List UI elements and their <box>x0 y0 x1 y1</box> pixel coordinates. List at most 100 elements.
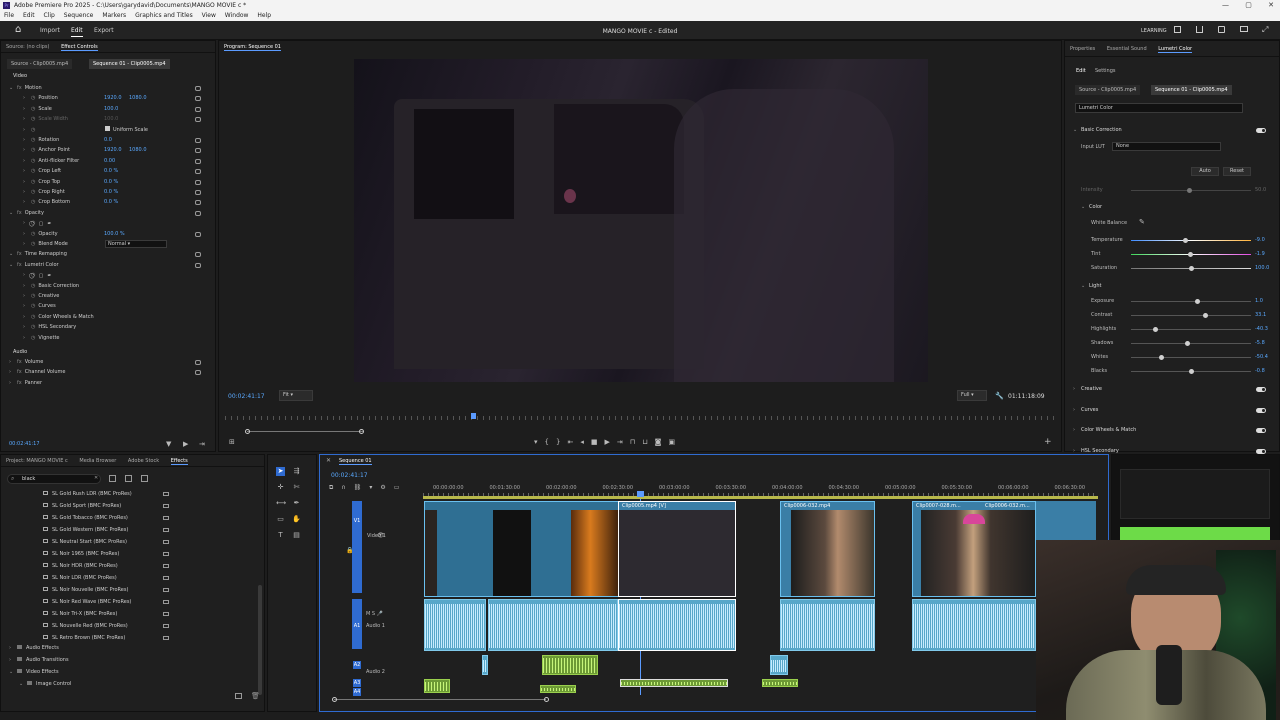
effect-row[interactable]: › ◷ Basic Correction <box>23 281 223 291</box>
effect-preset-item[interactable]: SL Retro Brown (BMC ProRes) <box>43 632 173 644</box>
v1-lock-icon[interactable]: 🔒 <box>346 547 353 554</box>
pen-mask-icon[interactable]: ✒ <box>47 221 55 227</box>
reset-param-icon[interactable] <box>195 360 201 365</box>
effect-row[interactable]: › ◷ Anti-flicker Filter 0.00 <box>23 156 223 166</box>
marker-icon[interactable]: ▾ <box>534 438 545 446</box>
new-bin-icon[interactable] <box>235 693 242 699</box>
stop-icon[interactable]: ■ <box>591 438 605 446</box>
fx-badge-icon[interactable]: fx <box>17 380 22 386</box>
reset-param-icon[interactable] <box>195 138 201 143</box>
audio-effect-row[interactable]: › fx Panner <box>9 378 209 388</box>
stopwatch-icon[interactable]: ◷ <box>31 199 35 205</box>
lumetri-section-header[interactable]: › HSL Secondary <box>1073 448 1119 454</box>
expand-triangle-icon[interactable]: › <box>1073 448 1081 454</box>
expand-triangle-icon[interactable]: ⌄ <box>9 208 17 218</box>
hand-tool-icon[interactable]: ✋ <box>292 515 301 524</box>
rectangle-tool-icon[interactable]: ▭ <box>276 515 285 524</box>
reset-param-icon[interactable] <box>195 96 201 102</box>
expand-triangle-icon[interactable]: › <box>23 291 31 301</box>
lumetri-preset-select[interactable]: Lumetri Color <box>1075 103 1243 113</box>
expand-triangle-icon[interactable]: › <box>23 333 31 343</box>
expand-triangle-icon[interactable]: › <box>23 114 31 124</box>
effect-preset-item[interactable]: SL Nouvelle Red (BMC ProRes) <box>43 620 173 632</box>
lumetri-slider-knob[interactable] <box>1159 355 1164 360</box>
a3-clip[interactable] <box>540 685 576 693</box>
lumetri-slider[interactable] <box>1131 313 1251 318</box>
expand-triangle-icon[interactable]: › <box>23 229 31 239</box>
menu-edit[interactable]: Edit <box>23 12 35 19</box>
a3-clip-selected[interactable] <box>620 679 728 687</box>
menu-clip[interactable]: Clip <box>44 12 55 19</box>
menu-graphics[interactable]: Graphics and Titles <box>135 12 193 19</box>
effect-row[interactable]: › ◷ Crop Top 0.0 % <box>23 177 223 187</box>
stopwatch-icon[interactable]: ◷ <box>31 116 35 122</box>
reset-param-icon[interactable] <box>195 370 201 376</box>
effect-preset-item[interactable]: SL Noir 1965 (BMC ProRes) <box>43 548 173 560</box>
reset-param-icon[interactable] <box>195 262 201 268</box>
reset-param-icon[interactable] <box>195 210 201 216</box>
effect-param-value[interactable]: 0.00 <box>104 156 115 166</box>
expand-triangle-icon[interactable]: › <box>23 312 31 322</box>
a2-clip[interactable] <box>482 655 488 675</box>
lumetri-slider[interactable] <box>1131 252 1251 257</box>
audio-clip[interactable] <box>912 599 1036 651</box>
effect-param-value[interactable]: 100.0 <box>104 104 118 114</box>
lumetri-seq-tab[interactable]: Sequence 01 - Clip0005.mp4 <box>1151 85 1232 95</box>
expand-triangle-icon[interactable]: › <box>23 135 31 145</box>
clip0005-video-clip[interactable]: Clip0005.mp4 [V] <box>618 501 736 597</box>
compare-icon[interactable]: ▣ <box>668 438 682 446</box>
audio-clip[interactable] <box>780 599 875 651</box>
menu-window[interactable]: Window <box>225 12 249 19</box>
blend-mode-select[interactable]: Normal ▾ <box>105 240 167 248</box>
clip0006-video-clip[interactable]: Clip0006-032.mp4 <box>780 501 875 597</box>
reset-param-icon[interactable] <box>195 117 201 123</box>
expand-triangle-icon[interactable]: › <box>23 93 31 103</box>
effect-preset-item[interactable]: SL Gold Tobacco (BMC ProRes) <box>43 512 173 524</box>
filter-icon[interactable]: ▼ <box>166 440 171 448</box>
v1-source-patch[interactable] <box>352 501 362 593</box>
fullscreen-icon[interactable] <box>1240 26 1248 32</box>
a1-track-tag[interactable]: A1 <box>353 622 361 630</box>
lumetri-slider-knob[interactable] <box>1195 299 1200 304</box>
expand-triangle-icon[interactable]: › <box>23 281 31 291</box>
tab-source[interactable]: Source: (no clips) <box>6 44 49 50</box>
color-group-header[interactable]: ⌄ Color <box>1081 204 1102 210</box>
effect-param-value[interactable]: 1920.0 <box>104 145 122 155</box>
settings-wrench-icon[interactable]: 🔧 <box>995 392 1004 400</box>
menu-sequence[interactable]: Sequence <box>64 12 94 19</box>
tab-essential-sound[interactable]: Essential Sound <box>1107 46 1147 52</box>
expand-triangle-icon[interactable]: › <box>23 156 31 166</box>
expand-triangle-icon[interactable]: ⌄ <box>9 83 17 93</box>
lumetri-slider-knob[interactable] <box>1185 341 1191 346</box>
eyedropper-icon[interactable]: ✎ <box>1139 218 1145 226</box>
stopwatch-icon[interactable]: ◷ <box>31 137 35 143</box>
add-button-icon[interactable]: + <box>1044 437 1052 447</box>
lumetri-slider-knob[interactable] <box>1189 266 1194 271</box>
subtab-settings[interactable]: Settings <box>1095 68 1116 74</box>
lumetri-slider-value[interactable]: -40.3 <box>1255 326 1268 332</box>
stopwatch-icon[interactable]: ◷ <box>31 158 35 164</box>
effect-row[interactable]: › ◷ Crop Left 0.0 % <box>23 166 223 176</box>
expand-triangle-icon[interactable]: › <box>23 239 31 249</box>
share-icon[interactable] <box>1196 26 1203 33</box>
lumetri-section-header[interactable]: › Creative <box>1073 386 1102 392</box>
effect-row[interactable]: ⌄ fx Time Remapping <box>9 249 209 259</box>
reset-param-icon[interactable] <box>195 86 201 91</box>
fx-badge-icon[interactable]: fx <box>17 359 22 365</box>
export-frame-icon[interactable]: ⇥ <box>199 440 205 448</box>
a2-clip[interactable] <box>770 655 788 675</box>
ellipse-mask-icon[interactable]: ◯ <box>29 221 39 227</box>
tab-lumetri-color[interactable]: Lumetri Color <box>1158 46 1193 53</box>
32bit-icon[interactable] <box>125 475 132 482</box>
clip0007-video-clip[interactable]: Clip0007-028.m... Clip0006-032.m... <box>912 501 1036 597</box>
fx-badge-icon[interactable]: fx <box>17 85 22 91</box>
video-clip-group-1[interactable] <box>424 501 620 597</box>
effects-folder[interactable]: › Audio Effects <box>9 642 59 654</box>
a2-music-clip[interactable] <box>542 655 598 675</box>
stopwatch-icon[interactable]: ◷ <box>31 189 35 195</box>
effect-param-value[interactable]: 0.0 % <box>104 166 118 176</box>
monitor-settings-icon[interactable]: ⊞ <box>229 438 235 446</box>
expand-triangle-icon[interactable]: › <box>23 301 31 311</box>
effect-row[interactable]: › ◷ Scale 100.0 <box>23 104 223 114</box>
expand-triangle-icon[interactable]: › <box>1073 386 1081 392</box>
